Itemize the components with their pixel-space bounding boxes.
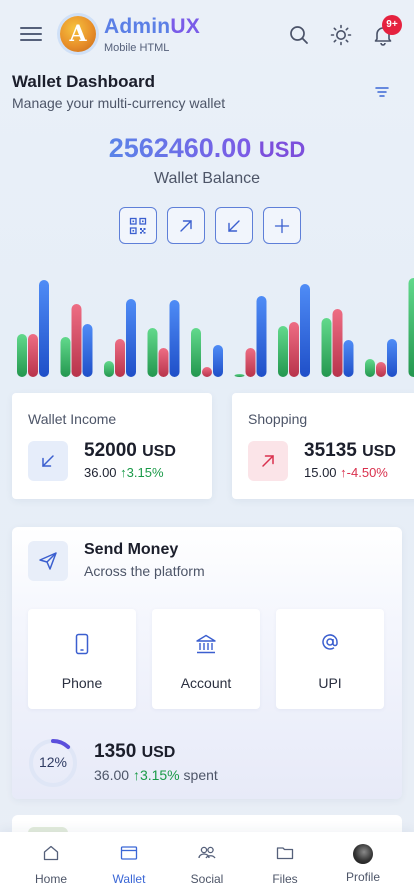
app-header: A AdminUX Mobile HTML 9+ — [0, 0, 414, 70]
chart-bar-blue-9 — [387, 339, 397, 377]
qr-code-button[interactable] — [119, 207, 157, 244]
profile-avatar — [322, 844, 404, 864]
shopping-card[interactable]: Shopping 35135 USD 15.00 ↑-4.50% — [232, 393, 414, 499]
app-logo[interactable]: A — [60, 16, 96, 52]
app-name: AdminUX — [104, 15, 200, 38]
chart-bar-blue-8 — [343, 340, 354, 377]
chart-bar-blue-2 — [82, 324, 93, 377]
send-money-card: Send Money Across the platform Phone Acc… — [12, 527, 402, 799]
chart-bar-blue-6 — [256, 296, 267, 377]
wallet-income-card[interactable]: Wallet Income 52000 USD 36.00 ↑3.15% — [12, 393, 212, 499]
chart-bar-red-5 — [202, 367, 212, 377]
nav-label: Home — [34, 872, 67, 886]
receive-button[interactable] — [215, 207, 253, 244]
chart-bar-green-5 — [191, 328, 201, 377]
nav-label: Wallet — [112, 872, 146, 886]
card-sub: 36.00 ↑3.15% — [84, 465, 164, 480]
send-option-account[interactable]: Account — [152, 609, 260, 709]
card-label: Shopping — [248, 411, 308, 427]
wallet-balance: 2562460.00 USD — [0, 133, 414, 164]
balance-label: Wallet Balance — [153, 170, 261, 187]
page-subtitle: Manage your multi-currency wallet — [12, 95, 226, 111]
at-sign-icon — [276, 633, 384, 657]
send-option-label: UPI — [318, 675, 342, 691]
nav-label: Social — [190, 872, 224, 886]
nav-social[interactable]: Social — [166, 832, 248, 896]
chart-bar-red-4 — [158, 348, 169, 377]
card-value: 35135 USD — [304, 440, 396, 461]
nav-label: Files — [272, 872, 298, 886]
spent-value: 1350 USD — [94, 741, 176, 762]
menu-icon[interactable] — [20, 24, 42, 44]
wallet-bar-chart — [17, 278, 414, 377]
balance-currency: USD — [258, 137, 306, 162]
app-subtitle: Mobile HTML — [104, 42, 170, 54]
home-icon — [10, 844, 92, 864]
send-money-subtitle: Across the platform — [84, 563, 205, 579]
chart-bar-green-7 — [278, 326, 288, 377]
chart-bar-red-7 — [289, 322, 299, 377]
send-options: Phone Account UPI — [28, 609, 384, 709]
nav-home[interactable]: Home — [10, 832, 92, 896]
theme-sun-icon[interactable] — [330, 24, 352, 46]
chart-bar-green-1 — [17, 334, 27, 377]
bank-icon — [152, 633, 260, 657]
wallet-icon — [88, 844, 170, 864]
send-money-title: Send Money — [84, 541, 179, 558]
arrow-down-left-icon — [228, 219, 240, 232]
chart-bar-red-8 — [332, 309, 343, 377]
chart-bar-blue-1 — [39, 280, 49, 377]
nav-label: Profile — [345, 870, 380, 884]
chart-bar-blue-7 — [300, 284, 310, 377]
chart-bar-green-3 — [104, 361, 114, 377]
chart-bar-green-10 — [408, 278, 414, 377]
filter-icon[interactable] — [374, 84, 390, 100]
chart-bar-red-2 — [71, 304, 82, 377]
chart-bar-green-4 — [147, 328, 158, 377]
qr-code-icon — [129, 217, 147, 234]
arrow-up-right-icon — [180, 219, 192, 232]
chart-bar-red-3 — [115, 339, 125, 377]
phone-icon — [28, 633, 136, 657]
bottom-nav: Home Wallet Social Files Profile — [0, 832, 414, 896]
send-button[interactable] — [167, 207, 205, 244]
users-icon — [166, 844, 248, 864]
chart-bar-green-9 — [365, 359, 375, 377]
nav-profile[interactable]: Profile — [322, 832, 404, 896]
wallet-actions — [119, 207, 301, 244]
arrow-down-left-icon — [28, 441, 68, 481]
chart-bar-blue-3 — [126, 299, 136, 377]
chart-bar-red-6 — [245, 348, 256, 377]
send-option-label: Phone — [61, 675, 103, 691]
chart-bar-red-9 — [376, 362, 386, 377]
page-title: Wallet Dashboard — [12, 72, 155, 91]
nav-files[interactable]: Files — [244, 832, 326, 896]
chart-bar-blue-5 — [213, 345, 223, 377]
add-button[interactable] — [263, 207, 301, 244]
balance-amount: 2562460.00 — [108, 133, 252, 163]
notification-badge: 9+ — [382, 15, 402, 35]
card-value: 52000 USD — [84, 440, 176, 461]
folder-icon — [244, 844, 326, 864]
card-sub: 15.00 ↑-4.50% — [304, 465, 388, 480]
chart-bar-green-2 — [60, 337, 71, 377]
chart-bar-green-6 — [234, 374, 245, 377]
send-option-phone[interactable]: Phone — [28, 609, 136, 709]
spent-progress-label: 12% — [38, 754, 68, 770]
spent-sub: 36.00 ↑3.15% spent — [94, 767, 218, 783]
chart-bar-blue-4 — [169, 300, 180, 377]
send-option-label: Account — [180, 675, 232, 691]
chart-bar-green-8 — [321, 318, 332, 377]
paper-plane-icon — [28, 541, 68, 581]
send-option-upi[interactable]: UPI — [276, 609, 384, 709]
card-label: Wallet Income — [28, 411, 117, 427]
chart-bar-red-1 — [28, 334, 38, 377]
arrow-up-right-icon — [248, 441, 288, 481]
nav-wallet[interactable]: Wallet — [88, 832, 170, 896]
search-icon[interactable] — [288, 24, 310, 46]
plus-icon — [274, 218, 290, 233]
